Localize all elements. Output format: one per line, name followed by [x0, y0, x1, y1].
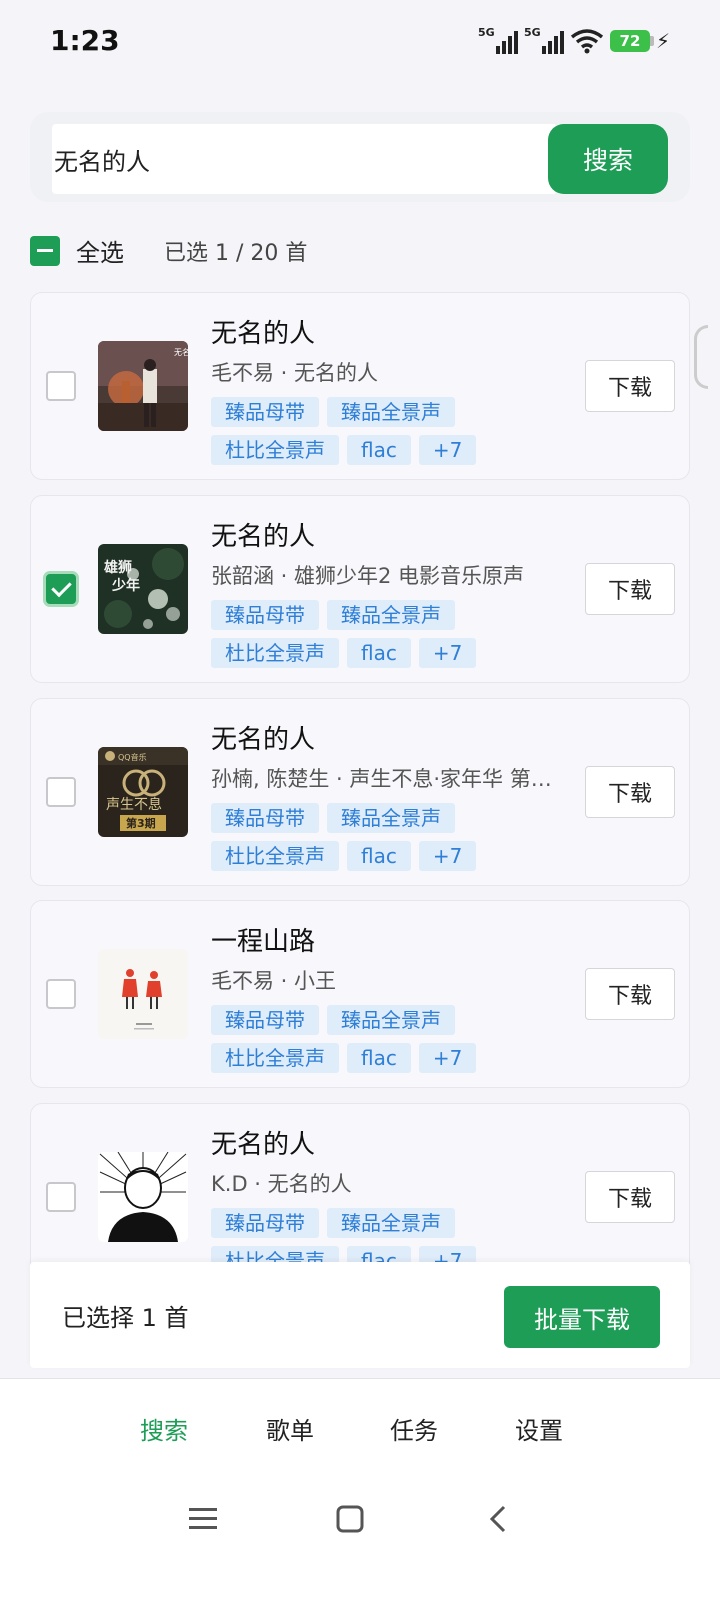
wifi-icon — [570, 29, 604, 54]
more-tags[interactable]: +7 — [418, 435, 477, 465]
song-title: 无名的人 — [211, 725, 316, 755]
song-artist-album: 毛不易 · 无名的人 — [211, 361, 379, 385]
download-button[interactable]: 下载 — [585, 563, 675, 615]
quality-tag: 杜比全景声 — [211, 841, 339, 871]
side-panel-handle[interactable] — [694, 325, 708, 389]
tab-settings[interactable]: 设置 — [515, 1411, 563, 1446]
menu-icon[interactable] — [184, 1499, 224, 1539]
song-card: 雄狮 少年 无名的人 张韶涵 · 雄狮少年2 电影音乐原声 臻品母带 臻品全景声… — [30, 495, 690, 683]
quality-tag: flac — [347, 435, 411, 465]
batch-download-button[interactable]: 批量下载 — [504, 1286, 660, 1348]
system-navigation-bar — [0, 1499, 720, 1549]
network-type-label: 5G — [523, 26, 541, 39]
song-artist-album: 毛不易 · 小王 — [211, 969, 337, 993]
song-card: 一程山路 毛不易 · 小王 臻品母带 臻品全景声 杜比全景声 flac +7 下… — [30, 900, 690, 1088]
quality-tag: 臻品母带 — [211, 600, 319, 630]
tab-tasks[interactable]: 任务 — [390, 1411, 438, 1446]
battery-level: 72 — [609, 30, 650, 52]
select-all-label[interactable]: 全选 — [76, 233, 124, 268]
search-button[interactable]: 搜索 — [548, 124, 668, 194]
quality-tag: 臻品母带 — [211, 1005, 319, 1035]
more-tags[interactable]: +7 — [418, 1043, 477, 1073]
quality-tag: 臻品全景声 — [327, 1005, 455, 1035]
song-title: 一程山路 — [211, 927, 316, 957]
quality-tag: flac — [347, 638, 411, 668]
tab-playlists[interactable]: 歌单 — [266, 1411, 314, 1446]
select-all-row: 全选 已选 1 / 20 首 — [30, 233, 307, 268]
download-button[interactable]: 下载 — [585, 766, 675, 818]
song-checkbox[interactable] — [46, 1182, 76, 1212]
song-title: 无名的人 — [211, 1130, 316, 1160]
batch-download-bar: 已选择 1 首 批量下载 — [30, 1262, 690, 1368]
quality-tag: 臻品母带 — [211, 397, 319, 427]
battery-icon: 72 ⚡ — [609, 29, 670, 53]
tab-search[interactable]: 搜索 — [140, 1411, 188, 1446]
select-all-checkbox[interactable] — [30, 235, 60, 266]
quality-tag: flac — [347, 1043, 411, 1073]
album-cover[interactable]: QQ音乐 声生不息 第3期 — [98, 747, 188, 837]
back-icon[interactable] — [478, 1499, 518, 1539]
song-artist-album: 张韶涵 · 雄狮少年2 电影音乐原声 — [211, 564, 525, 588]
search-bar: 搜索 — [30, 112, 690, 202]
song-checkbox[interactable] — [46, 777, 76, 807]
more-tags[interactable]: +7 — [418, 638, 477, 668]
status-bar: 1:23 5G 5G 72 ⚡ — [0, 0, 720, 90]
quality-tags: 臻品母带 臻品全景声 杜比全景声 flac +7 — [211, 1005, 511, 1073]
cellular-signal-icon: 5G — [477, 26, 518, 54]
network-type-label: 5G — [477, 26, 495, 39]
quality-tag: 臻品母带 — [211, 803, 319, 833]
album-cover[interactable] — [98, 1152, 188, 1242]
download-button[interactable]: 下载 — [585, 1171, 675, 1223]
quality-tag: flac — [347, 841, 411, 871]
song-checkbox[interactable] — [46, 979, 76, 1009]
song-artist-album: 孙楠, 陈楚生 · 声生不息·家年华 第3期 — [211, 767, 556, 791]
quality-tag: 臻品全景声 — [327, 600, 455, 630]
album-cover[interactable]: 雄狮 少年 — [98, 544, 188, 634]
quality-tags: 臻品母带 臻品全景声 杜比全景声 flac +7 — [211, 397, 511, 465]
svg-text:声生不息: 声生不息 — [106, 796, 162, 813]
quality-tag: 臻品全景声 — [327, 803, 455, 833]
quality-tag: 臻品全景声 — [327, 397, 455, 427]
download-button[interactable]: 下载 — [585, 968, 675, 1020]
svg-text:雄狮: 雄狮 — [103, 559, 132, 576]
selection-count: 已选 1 / 20 首 — [164, 240, 308, 266]
quality-tag: 杜比全景声 — [211, 638, 339, 668]
svg-text:少年: 少年 — [111, 577, 140, 594]
quality-tags: 臻品母带 臻品全景声 杜比全景声 flac +7 — [211, 803, 511, 871]
song-checkbox[interactable] — [46, 574, 76, 604]
song-title: 无名的人 — [211, 522, 316, 552]
album-cover[interactable] — [98, 949, 188, 1039]
quality-tag: 臻品全景声 — [327, 1208, 455, 1238]
download-button[interactable]: 下载 — [585, 360, 675, 412]
song-artist-album: K.D · 无名的人 — [211, 1172, 352, 1196]
more-tags[interactable]: +7 — [418, 841, 477, 871]
song-card: 无名 无名的人 毛不易 · 无名的人 臻品母带 臻品全景声 杜比全景声 flac… — [30, 292, 690, 480]
home-icon[interactable] — [330, 1499, 370, 1539]
selected-count-label: 已选择 1 首 — [62, 1304, 189, 1332]
bottom-navigation: 搜索 歌单 任务 设置 — [0, 1378, 720, 1600]
quality-tags: 臻品母带 臻品全景声 杜比全景声 flac +7 — [211, 600, 511, 668]
svg-text:QQ音乐: QQ音乐 — [118, 752, 147, 762]
svg-text:第3期: 第3期 — [126, 816, 156, 830]
search-input[interactable] — [52, 124, 557, 194]
quality-tag: 杜比全景声 — [211, 435, 339, 465]
svg-text:无名: 无名 — [174, 347, 188, 357]
status-icons: 5G 5G 72 ⚡ — [477, 26, 670, 54]
quality-tag: 杜比全景声 — [211, 1043, 339, 1073]
song-checkbox[interactable] — [46, 371, 76, 401]
status-time: 1:23 — [50, 24, 120, 57]
charging-icon: ⚡ — [655, 29, 670, 53]
song-card: QQ音乐 声生不息 第3期 无名的人 孙楠, 陈楚生 · 声生不息·家年华 第3… — [30, 698, 690, 886]
quality-tag: 臻品母带 — [211, 1208, 319, 1238]
album-cover[interactable]: 无名 — [98, 341, 188, 431]
song-title: 无名的人 — [211, 319, 316, 349]
cellular-signal-icon: 5G — [523, 26, 564, 54]
